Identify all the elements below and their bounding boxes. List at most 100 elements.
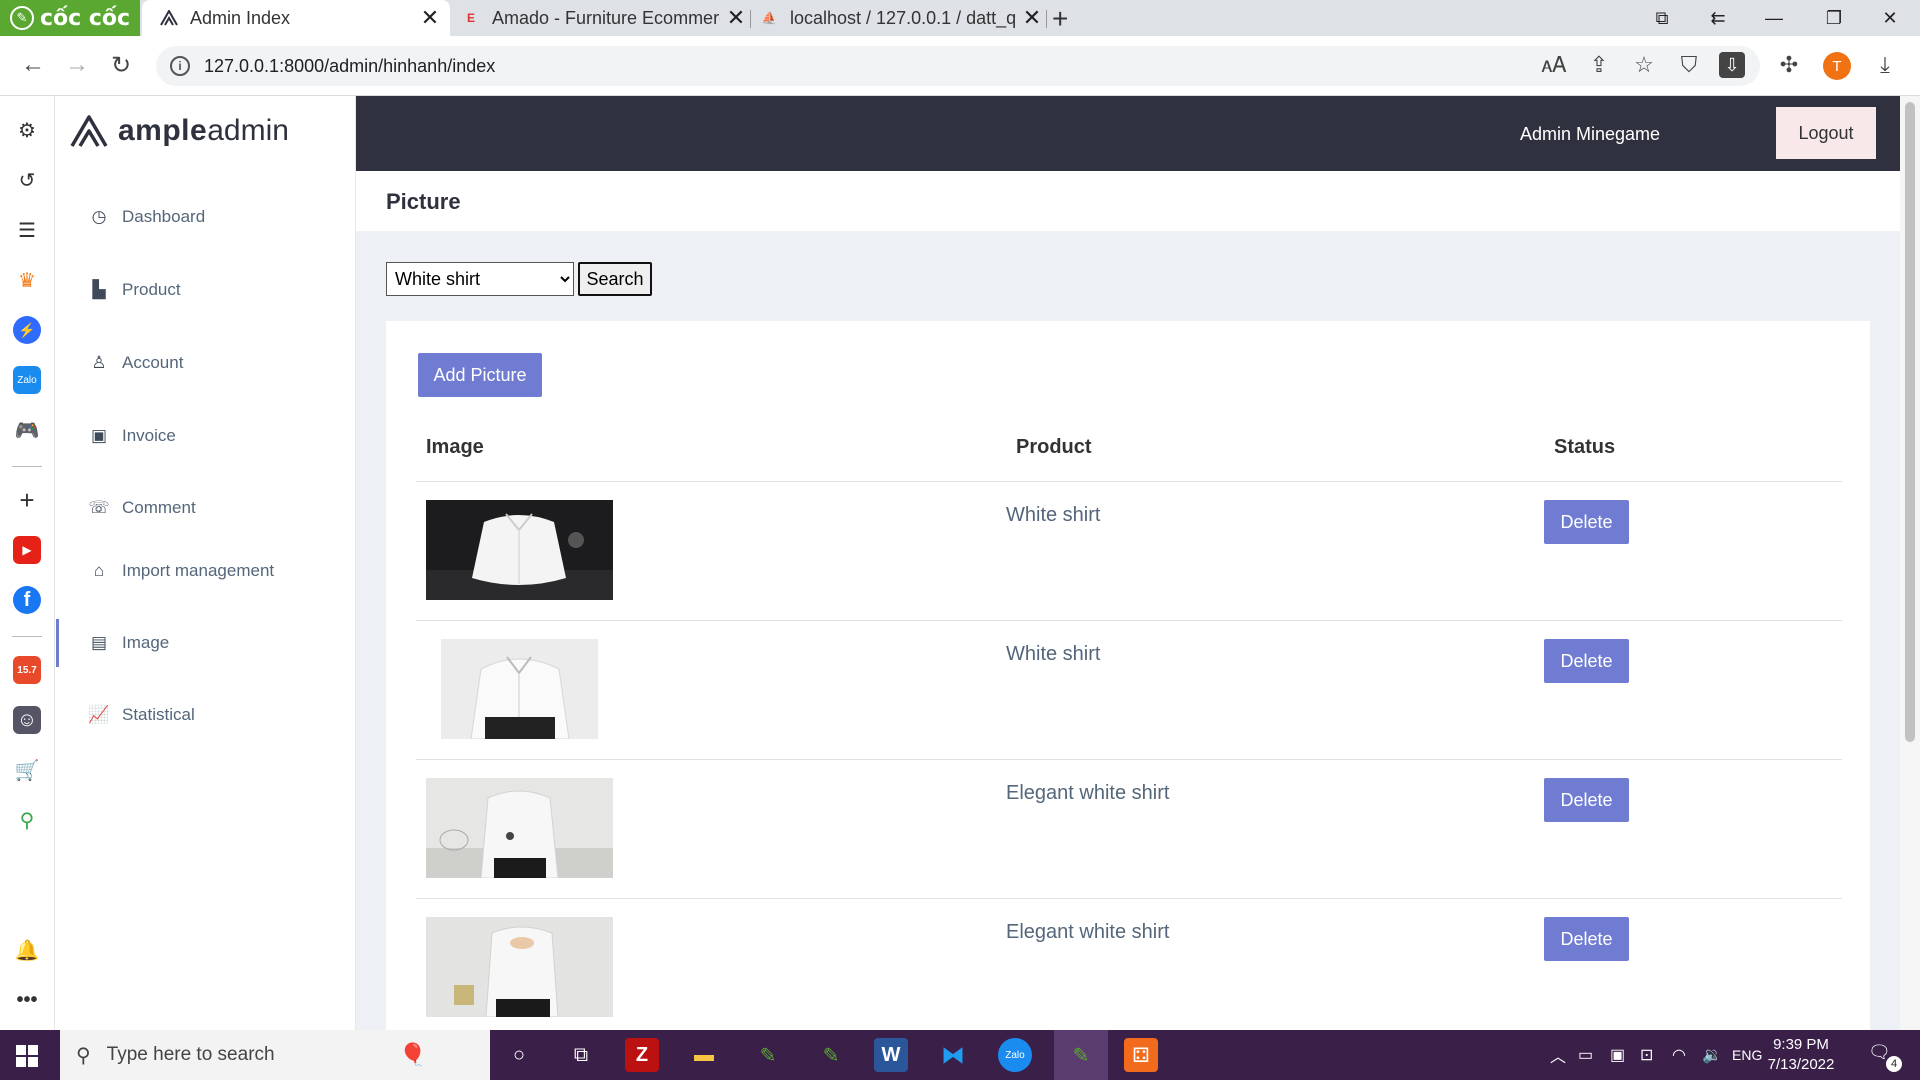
share-icon[interactable]: ⇪ [1584,50,1614,80]
history-icon[interactable]: ↺ [13,166,41,194]
file-image-icon: ▤ [90,633,108,652]
sidebar-item-product[interactable]: ▙ Product [56,266,356,314]
tab-amado[interactable]: E Amado - Furniture Ecommerc ✕ [456,0,746,36]
add-icon[interactable]: + [13,485,41,515]
filezilla-icon[interactable]: Z [625,1038,659,1072]
tab-admin-index[interactable]: Admin Index ✕ [142,0,450,36]
downloads-icon[interactable]: ⤓ [1870,50,1900,80]
tray-overflow-icon[interactable]: ︿ [1550,1030,1566,1080]
delete-button[interactable]: Delete [1544,778,1629,822]
add-picture-button[interactable]: Add Picture [418,353,542,397]
sidebar-item-account[interactable]: ♙ Account [56,339,356,387]
coccoc-profile-taskbar-icon[interactable]: ✎ [814,1038,848,1072]
profile-avatar[interactable]: T [1823,52,1851,80]
bed-icon: ▙ [92,280,106,299]
shield-icon[interactable]: ⛉ [1674,50,1704,80]
search-tabs-icon[interactable]: ⧉ [1634,0,1690,36]
sale-icon[interactable]: 15.7 [13,656,41,684]
messenger-icon[interactable]: ⚡ [13,316,41,344]
coccoc-taskbar-icon[interactable]: ✎ [751,1038,785,1072]
settings-icon[interactable]: ⚙ [13,116,41,144]
file-explorer-icon[interactable]: ▬ [687,1038,721,1072]
sidebar-item-import-management[interactable]: ⌂ Import management [56,547,356,595]
delete-button[interactable]: Delete [1544,917,1629,961]
site-info-icon[interactable]: i [170,56,190,76]
column-header-image: Image [426,436,484,458]
cortana-icon[interactable]: ○ [502,1038,536,1072]
extensions-puzzle-icon[interactable]: ✣ [1774,50,1804,80]
sidebar-item-image[interactable]: ▤ Image [56,619,356,667]
shopping-icon[interactable]: 🛒 [13,756,41,784]
tab-phpmyadmin[interactable]: ⛵ localhost / 127.0.0.1 / datt_q ✕ [756,0,1042,36]
word-icon[interactable]: W [874,1038,908,1072]
tab-title: localhost / 127.0.0.1 / datt_q [790,7,1016,28]
e-favicon-icon: E [466,11,475,25]
coccoc-brand[interactable]: ✎ cốc cốc [0,0,140,36]
address-bar: ← → ↻ i 127.0.0.1:8000/admin/hinhanh/ind… [0,36,1920,96]
sidebar-item-invoice[interactable]: ▣ Invoice [56,412,356,460]
gamepad-icon[interactable]: 🎮 [13,416,41,444]
sidebar-divider [12,636,42,637]
bookmark-star-icon[interactable]: ☆ [1629,50,1659,80]
product-name: White shirt [1006,504,1101,526]
back-arrow-icon[interactable]: ← [18,50,48,80]
coccoc-active-taskbar-icon[interactable]: ✎ [1064,1038,1098,1072]
avatar-icon[interactable]: ☺ [13,706,41,734]
meet-now-icon[interactable]: ▣ [1610,1030,1625,1080]
battery-icon[interactable]: ▭ [1578,1030,1593,1080]
close-tab-icon[interactable]: ✕ [420,5,440,31]
back-forward-history-icon[interactable]: ⇇ [1690,0,1746,36]
xampp-icon[interactable]: ⚃ [1124,1038,1158,1072]
browser-sidebar: ⚙ ↺ ☰ ♛ ⚡ Zalo 🎮 + ▶ f 15.7 ☺ 🛒 ⚲ 🔔 ••• [0,96,55,1030]
reading-list-icon[interactable]: ☰ [13,216,41,244]
new-tab-icon[interactable]: + [1052,3,1068,35]
table-row: White shirt Delete [416,482,1842,621]
delete-button[interactable]: Delete [1544,500,1629,544]
scrollbar-thumb[interactable] [1905,102,1915,742]
notification-center-icon[interactable]: 🗨 4 [1868,1042,1902,1072]
taskbar-search-placeholder: Type here to search [106,1044,275,1065]
ampleadmin-logo[interactable]: ampleadmin [70,114,289,148]
download-box-icon[interactable]: ⇩ [1719,52,1745,78]
pin-icon[interactable]: ⚲ [13,806,41,834]
sidebar-item-label: Dashboard [122,207,206,226]
close-tab-icon[interactable]: ✕ [1022,5,1042,31]
tab-separator [750,10,751,28]
product-image-thumbnail [426,917,613,1017]
youtube-icon[interactable]: ▶ [13,536,41,564]
admin-username[interactable]: Admin Minegame [1520,124,1660,145]
product-filter-select[interactable]: White shirt [386,262,574,296]
delete-button[interactable]: Delete [1544,639,1629,683]
logout-button[interactable]: Logout [1776,107,1876,159]
search-button[interactable]: Search [578,262,652,296]
crown-icon[interactable]: ♛ [13,266,41,294]
restore-icon[interactable]: ❐ [1806,0,1862,36]
reload-icon[interactable]: ↻ [106,50,136,80]
network-status-icon[interactable]: ⊡ [1640,1030,1653,1080]
minimize-icon[interactable]: — [1746,0,1802,36]
sidebar-item-dashboard[interactable]: ◷ Dashboard [56,193,356,241]
system-clock[interactable]: 9:39 PM 7/13/2022 [1756,1035,1846,1075]
sidebar-item-statistical[interactable]: 📈 Statistical [56,691,356,739]
wifi-icon[interactable]: ◠ [1672,1030,1686,1080]
search-icon: ⚲ [76,1044,91,1067]
forward-arrow-icon[interactable]: → [62,50,92,80]
bell-icon[interactable]: 🔔 [13,936,41,964]
facebook-icon[interactable]: f [13,586,41,614]
page-scrollbar[interactable] [1900,96,1920,1030]
vscode-icon[interactable]: ⧓ [936,1038,970,1072]
product-image-thumbnail [426,500,613,600]
translate-icon[interactable]: 🗚 [1539,50,1569,80]
volume-icon[interactable]: 🔉 [1702,1030,1722,1080]
money-icon: ▣ [90,426,108,445]
url-field[interactable]: i 127.0.0.1:8000/admin/hinhanh/index [156,46,1760,86]
zalo-taskbar-icon[interactable]: Zalo [998,1038,1032,1072]
close-tab-icon[interactable]: ✕ [726,5,746,31]
window-close-icon[interactable]: ✕ [1862,0,1918,36]
zalo-icon[interactable]: Zalo [13,366,41,394]
sidebar-item-comment[interactable]: ☏ Comment [56,484,356,532]
more-icon[interactable]: ••• [13,986,41,1014]
task-view-icon[interactable]: ⧉ [564,1038,598,1072]
windows-start-icon[interactable] [16,1045,38,1067]
windows-taskbar: ⚲ Type here to search 🎈 ○ ⧉ Z ▬ ✎ ✎ W ⧓ … [0,1030,1920,1080]
